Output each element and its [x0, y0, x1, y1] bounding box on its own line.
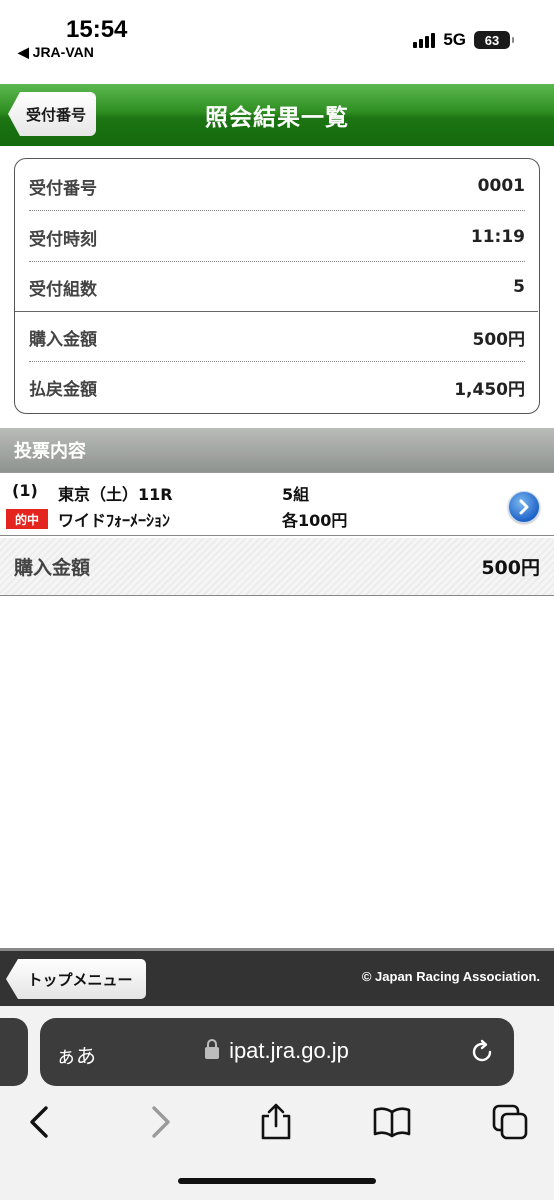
summary-value: 0001: [477, 176, 525, 196]
top-menu-button[interactable]: トップメニュー: [6, 959, 146, 999]
tabs-icon[interactable]: [490, 1102, 530, 1142]
hit-badge: 的中: [6, 509, 48, 529]
browser-chrome: ぁあ ipat.jra.go.jp: [0, 1006, 554, 1200]
total-row: 購入金額 500円: [0, 538, 554, 596]
summary-label: 払戻金額: [29, 379, 97, 400]
bet-combinations: 5組: [282, 485, 310, 504]
summary-row-receipt-time: 受付時刻 11:19: [29, 212, 525, 262]
forward-icon[interactable]: [140, 1102, 180, 1142]
total-label: 購入金額: [14, 557, 91, 579]
copyright-text: © Japan Racing Association.: [361, 969, 540, 984]
summary-row-purchase-amount: 購入金額 500円: [29, 312, 525, 362]
section-header-bet-contents: 投票内容: [0, 428, 554, 472]
summary-label: 購入金額: [29, 329, 97, 350]
summary-label: 受付組数: [29, 279, 97, 300]
summary-label: 受付時刻: [29, 229, 97, 250]
bet-list-item[interactable]: (1) 東京（土）11R 5組 的中 ワイドﾌｫｰﾒｰｼｮﾝ 各100円: [0, 472, 554, 536]
bet-race: 東京（土）11R: [58, 485, 173, 504]
bookmarks-icon[interactable]: [372, 1102, 412, 1142]
status-time: 15:54: [66, 16, 128, 43]
signal-icon: [413, 32, 436, 48]
back-button[interactable]: 受付番号: [8, 92, 96, 136]
chevron-right-icon[interactable]: [508, 491, 540, 523]
total-value: 500円: [481, 557, 540, 579]
home-indicator[interactable]: [178, 1178, 376, 1184]
bet-amount: 各100円: [282, 511, 348, 530]
footer-bar: トップメニュー © Japan Racing Association.: [0, 948, 554, 1006]
status-indicators: 5G 63: [413, 30, 514, 50]
summary-row-payout-amount: 払戻金額 1,450円: [29, 362, 525, 412]
summary-value: 5: [513, 277, 525, 297]
reload-icon[interactable]: [468, 1038, 496, 1066]
summary-card: 受付番号 0001 受付時刻 11:19 受付組数 5 購入金額 500円 払戻…: [14, 158, 540, 414]
summary-row-receipt-number: 受付番号 0001: [29, 161, 525, 211]
address-bar[interactable]: ぁあ ipat.jra.go.jp: [40, 1018, 514, 1086]
summary-value: 11:19: [470, 227, 525, 247]
app-header: 照会結果一覧 受付番号: [0, 84, 554, 146]
summary-value: 1,450円: [454, 379, 525, 400]
divider: [29, 210, 525, 211]
url-text: ipat.jra.go.jp: [229, 1038, 349, 1063]
back-icon[interactable]: [20, 1102, 60, 1142]
bet-type: ワイドﾌｫｰﾒｰｼｮﾝ: [58, 511, 171, 530]
status-bar: 15:54 ◀ JRA-VAN 5G 63: [0, 0, 554, 84]
lock-icon: [205, 1039, 220, 1059]
network-label: 5G: [443, 30, 466, 49]
url-display[interactable]: ipat.jra.go.jp: [40, 1038, 514, 1064]
back-to-app-link[interactable]: ◀ JRA-VAN: [18, 44, 94, 61]
summary-label: 受付番号: [29, 178, 97, 199]
bet-number: (1): [12, 481, 38, 500]
summary-row-combination-count: 受付組数 5: [29, 262, 525, 312]
share-icon[interactable]: [256, 1102, 296, 1142]
summary-value: 500円: [472, 329, 526, 350]
previous-tab-peek[interactable]: [0, 1018, 28, 1086]
battery-icon: 63: [474, 31, 514, 49]
